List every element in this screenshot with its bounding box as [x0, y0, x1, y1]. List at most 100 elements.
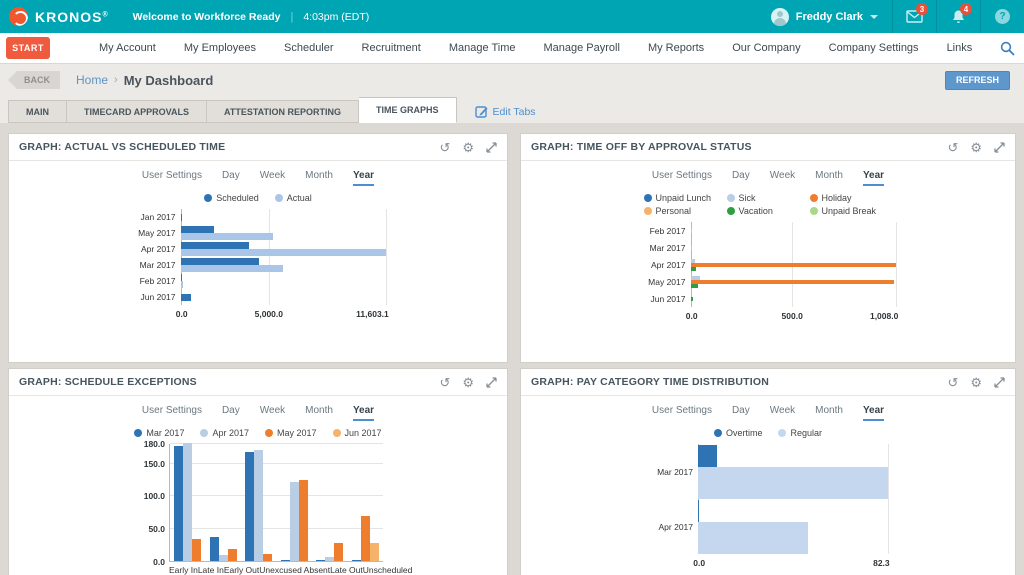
x-axis: 0.05,000.011,603.1 [131, 307, 386, 320]
control-day[interactable]: Day [222, 170, 240, 186]
category-label: Apr 2017 [131, 244, 181, 254]
bar-may-2017 [334, 543, 343, 561]
nav-item-manage-time[interactable]: Manage Time [435, 42, 530, 54]
help-button[interactable]: ? [980, 0, 1024, 33]
chart-row: Apr 2017 [131, 241, 386, 257]
legend-item-personal[interactable]: Personal [644, 206, 727, 216]
panel-schedule-exceptions: GRAPH: SCHEDULE EXCEPTIONS ↺ ⚙ User Sett… [8, 368, 508, 575]
control-week[interactable]: Week [260, 405, 285, 421]
category-label: Mar 2017 [641, 243, 691, 253]
legend-item-may-2017[interactable]: May 2017 [265, 428, 317, 438]
control-day[interactable]: Day [222, 405, 240, 421]
gear-icon[interactable]: ⚙ [970, 141, 982, 154]
control-user-settings[interactable]: User Settings [652, 170, 712, 186]
x-tick-label: 5,000.0 [255, 309, 283, 319]
legend-item-jun-2017[interactable]: Jun 2017 [333, 428, 382, 438]
chart-row: Jun 2017 [131, 289, 386, 305]
nav-item-company-settings[interactable]: Company Settings [815, 42, 933, 54]
kronos-logo[interactable]: KRONOS® [0, 7, 123, 26]
control-user-settings[interactable]: User Settings [652, 405, 712, 421]
alerts-button[interactable]: 4 [936, 0, 980, 33]
nav-item-recruitment[interactable]: Recruitment [348, 42, 435, 54]
control-year[interactable]: Year [353, 170, 374, 186]
tab-main[interactable]: MAIN [8, 100, 67, 123]
legend-dot [644, 194, 652, 202]
gear-icon[interactable]: ⚙ [462, 376, 474, 389]
bar-group [691, 297, 896, 301]
chart-legend: Scheduled Actual [9, 193, 507, 203]
legend-item-actual[interactable]: Actual [275, 193, 312, 203]
legend-item-unpaid-break[interactable]: Unpaid Break [810, 206, 893, 216]
control-day[interactable]: Day [732, 170, 750, 186]
nav-item-our-company[interactable]: Our Company [718, 42, 814, 54]
legend-item-overtime[interactable]: Overtime [714, 428, 763, 438]
category-label: Early In [169, 565, 198, 575]
reset-icon[interactable]: ↺ [947, 376, 958, 389]
legend-dot [810, 194, 818, 202]
control-month[interactable]: Month [305, 405, 333, 421]
legend-dot [778, 429, 786, 437]
bar-scheduled [181, 274, 182, 281]
legend-item-mar-2017[interactable]: Mar 2017 [134, 428, 184, 438]
breadcrumb-home[interactable]: Home [76, 73, 108, 87]
control-year[interactable]: Year [353, 405, 374, 421]
control-month[interactable]: Month [815, 170, 843, 186]
legend-item-apr-2017[interactable]: Apr 2017 [200, 428, 249, 438]
bar-actual [181, 233, 274, 240]
legend-dot [333, 429, 341, 437]
nav-item-links[interactable]: Links [933, 42, 987, 54]
reset-icon[interactable]: ↺ [439, 141, 450, 154]
nav-item-manage-payroll[interactable]: Manage Payroll [530, 42, 634, 54]
legend-item-sick[interactable]: Sick [727, 193, 810, 203]
user-menu[interactable]: Freddy Clark [757, 8, 892, 26]
legend-item-unpaid-lunch[interactable]: Unpaid Lunch [644, 193, 727, 203]
control-month[interactable]: Month [305, 170, 333, 186]
nav-item-my-account[interactable]: My Account [85, 42, 170, 54]
search-icon [1000, 41, 1015, 56]
control-user-settings[interactable]: User Settings [142, 170, 202, 186]
tab-timecard-approvals[interactable]: TIMECARD APPROVALS [67, 100, 207, 123]
refresh-button[interactable]: REFRESH [945, 71, 1010, 90]
bar-group [277, 444, 313, 561]
chart-row: Feb 2017 [641, 222, 896, 239]
legend-dot [644, 207, 652, 215]
control-year[interactable]: Year [863, 405, 884, 421]
chart-row: Jan 2017 [131, 209, 386, 225]
legend-item-scheduled[interactable]: Scheduled [204, 193, 259, 203]
legend-item-regular[interactable]: Regular [778, 428, 822, 438]
gear-icon[interactable]: ⚙ [462, 141, 474, 154]
chart-row: May 2017 [131, 225, 386, 241]
kronos-logo-icon [9, 7, 28, 26]
bar-group [181, 274, 386, 288]
edit-tabs-button[interactable]: Edit Tabs [475, 105, 536, 118]
nav-item-my-reports[interactable]: My Reports [634, 42, 718, 54]
legend-item-holiday[interactable]: Holiday [810, 193, 893, 203]
back-button[interactable]: BACK [8, 71, 60, 89]
expand-icon[interactable] [994, 377, 1005, 388]
expand-icon[interactable] [486, 377, 497, 388]
legend-item-vacation[interactable]: Vacation [727, 206, 810, 216]
reset-icon[interactable]: ↺ [439, 376, 450, 389]
control-week[interactable]: Week [260, 170, 285, 186]
expand-icon[interactable] [486, 142, 497, 153]
chart-area: Feb 2017Mar 2017Apr 2017May 2017Jun 2017… [521, 222, 1015, 322]
chart-row: Apr 2017 [648, 499, 888, 554]
mail-button[interactable]: 3 [892, 0, 936, 33]
control-day[interactable]: Day [732, 405, 750, 421]
control-week[interactable]: Week [770, 170, 795, 186]
nav-item-my-employees[interactable]: My Employees [170, 42, 270, 54]
tab-time-graphs[interactable]: TIME GRAPHS [359, 97, 457, 123]
nav-item-scheduler[interactable]: Scheduler [270, 42, 348, 54]
gear-icon[interactable]: ⚙ [970, 376, 982, 389]
expand-icon[interactable] [994, 142, 1005, 153]
tab-attestation-reporting[interactable]: ATTESTATION REPORTING [207, 100, 359, 123]
start-button[interactable]: START [6, 37, 50, 59]
control-year[interactable]: Year [863, 170, 884, 186]
legend-dot [727, 207, 735, 215]
control-month[interactable]: Month [815, 405, 843, 421]
control-week[interactable]: Week [770, 405, 795, 421]
reset-icon[interactable]: ↺ [947, 141, 958, 154]
search-button[interactable] [986, 41, 1024, 56]
y-tick-label: 150.0 [144, 459, 165, 469]
control-user-settings[interactable]: User Settings [142, 405, 202, 421]
